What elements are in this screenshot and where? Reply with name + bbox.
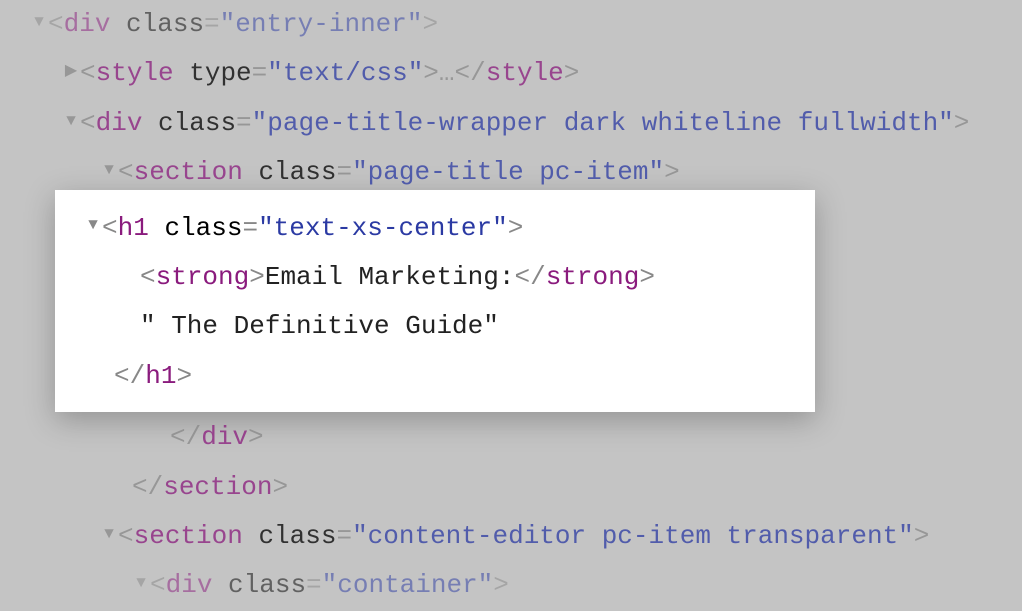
disclosure-triangle[interactable]: ▼ [62,106,80,136]
dom-tree-row[interactable]: ▼<div class="entry-inner"> [0,0,1022,49]
dom-tree-row[interactable]: ▼<h1 class="text-xs-center"> [0,204,1022,253]
disclosure-triangle[interactable]: ▼ [132,568,150,598]
dom-tree: ▼<div class="entry-inner"> ▶<style type=… [0,0,1022,611]
disclosure-triangle[interactable]: ▼ [100,155,118,185]
disclosure-triangle[interactable]: ▶ [62,56,80,86]
dom-tree-row[interactable]: ▼<section class="content-editor pc-item … [0,512,1022,561]
disclosure-triangle[interactable]: ▼ [30,7,48,37]
dom-tree-row[interactable]: " The Definitive Guide" [0,302,1022,351]
dom-tree-row[interactable]: <strong>Email Marketing:</strong> [0,253,1022,302]
dom-tree-row[interactable]: ▼<div class="page-title-wrapper dark whi… [0,99,1022,148]
dom-tree-row[interactable]: ▼<section class="page-title pc-item"> [0,148,1022,197]
dom-tree-row[interactable]: </h1> [0,352,1022,401]
disclosure-triangle[interactable]: ▼ [84,210,102,240]
dom-tree-row[interactable]: </section> [0,463,1022,512]
dom-tree-row[interactable]: ▶<style type="text/css">…</style> [0,49,1022,98]
dom-tree-row[interactable]: </div> [0,413,1022,462]
disclosure-triangle[interactable]: ▼ [100,519,118,549]
dom-tree-row[interactable]: ▼<div class="container"> [0,561,1022,610]
